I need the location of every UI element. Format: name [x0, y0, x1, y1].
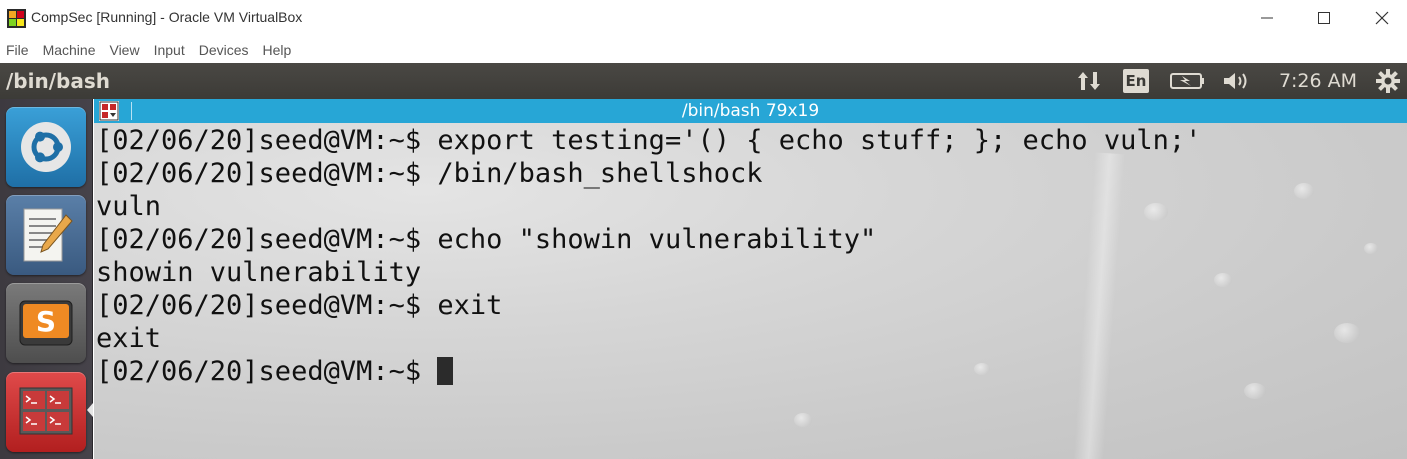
text-editor-icon — [23, 208, 73, 262]
background-drop — [1244, 383, 1266, 399]
terminal-window[interactable]: /bin/bash 79x19 [02/06/20]seed@VM:~$ exp… — [94, 99, 1407, 459]
launcher-item-sublime-text[interactable]: S — [6, 283, 86, 363]
minimize-button[interactable] — [1244, 4, 1290, 32]
terminal-line: [02/06/20]seed@VM:~$ echo "showin vulner… — [96, 224, 877, 255]
svg-text:S: S — [36, 305, 56, 338]
terminal-line: showin vulnerability — [96, 257, 422, 288]
ubuntu-top-panel: /bin/bash En 7:26 AM — [0, 63, 1407, 99]
battery-icon[interactable] — [1168, 63, 1208, 99]
launcher-item-dash[interactable] — [6, 107, 86, 187]
terminal-line: [02/06/20]seed@VM:~$ /bin/bash_shellshoc… — [96, 158, 763, 189]
virtualbox-app-icon — [7, 9, 26, 28]
gear-icon[interactable] — [1372, 63, 1404, 99]
ubuntu-dash-icon — [21, 122, 71, 172]
terminal-line: [02/06/20]seed@VM:~$ exit — [96, 290, 503, 321]
network-transfer-icon[interactable] — [1074, 63, 1104, 99]
unity-launcher: S — [0, 99, 93, 459]
minimize-icon — [1261, 17, 1273, 19]
launcher-item-text-editor[interactable] — [6, 195, 86, 275]
active-app-indicator — [87, 403, 93, 417]
menu-machine[interactable]: Machine — [37, 42, 104, 58]
keyboard-layout-indicator[interactable]: En — [1120, 63, 1152, 99]
menu-devices[interactable]: Devices — [193, 42, 257, 58]
close-icon — [1375, 11, 1389, 25]
panel-app-title: /bin/bash — [6, 69, 110, 93]
menu-view[interactable]: View — [103, 42, 147, 58]
background-drop — [1364, 243, 1378, 254]
background-drop — [1214, 273, 1232, 287]
launcher-item-terminal[interactable] — [6, 372, 86, 452]
host-window-title: CompSec [Running] - Oracle VM VirtualBox — [31, 9, 303, 25]
volume-icon[interactable] — [1220, 63, 1254, 99]
terminal-line: vuln — [96, 191, 162, 222]
host-window-titlebar: CompSec [Running] - Oracle VM VirtualBox — [0, 0, 1407, 37]
background-drop — [1294, 183, 1314, 199]
sublime-text-icon: S — [19, 300, 73, 346]
terminal-titlebar[interactable]: /bin/bash 79x19 — [94, 99, 1407, 123]
menu-file[interactable]: File — [0, 42, 37, 58]
terminal-body[interactable]: [02/06/20]seed@VM:~$ export testing='() … — [94, 123, 1407, 459]
menu-help[interactable]: Help — [257, 42, 300, 58]
maximize-icon — [1318, 12, 1330, 24]
clock[interactable]: 7:26 AM — [1276, 63, 1360, 99]
terminal-title: /bin/bash 79x19 — [681, 101, 820, 121]
menu-input[interactable]: Input — [148, 42, 193, 58]
maximize-button[interactable] — [1301, 4, 1347, 32]
terminal-icon — [19, 387, 73, 435]
close-button[interactable] — [1359, 4, 1405, 32]
background-drop — [794, 413, 812, 427]
terminal-prompt: [02/06/20]seed@VM:~$ — [96, 356, 438, 387]
vbox-menubar: File Machine View Input Devices Help — [0, 37, 1407, 63]
terminal-cursor — [437, 357, 454, 385]
terminal-prompt-line[interactable]: [02/06/20]seed@VM:~$ — [96, 355, 1201, 388]
terminal-output: [02/06/20]seed@VM:~$ export testing='() … — [96, 124, 1201, 388]
terminal-line: [02/06/20]seed@VM:~$ export testing='() … — [96, 125, 1202, 156]
terminal-line: exit — [96, 323, 162, 354]
background-drop — [1334, 323, 1360, 343]
